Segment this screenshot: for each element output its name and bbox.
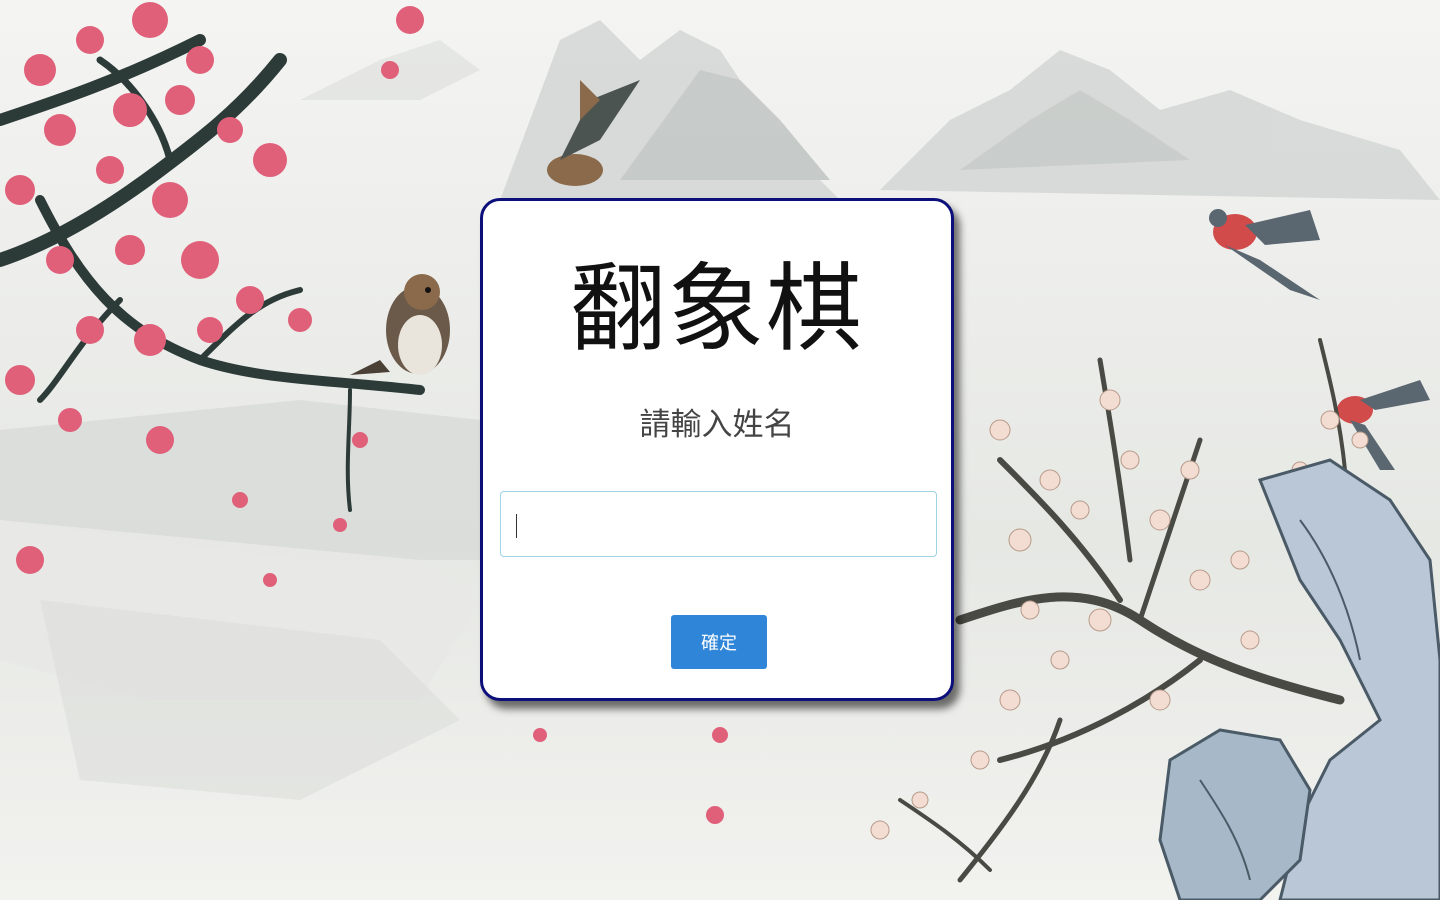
text-cursor <box>516 514 517 538</box>
sparrow-icon <box>350 274 450 375</box>
swallow-far-right-icon <box>1337 380 1430 470</box>
page: 翻象棋 請輸入姓名 確定 <box>0 0 1440 900</box>
name-entry-dialog: 翻象棋 請輸入姓名 確定 <box>480 198 954 701</box>
mountains-icon <box>300 20 1440 200</box>
mist-icon <box>0 400 480 800</box>
rock-icon <box>1158 458 1440 900</box>
game-title: 翻象棋 <box>570 253 864 365</box>
name-prompt-label: 請輸入姓名 <box>639 407 795 443</box>
swallow-right-icon <box>1209 209 1320 300</box>
name-input[interactable] <box>500 491 937 557</box>
confirm-button[interactable]: 確定 <box>671 615 767 669</box>
